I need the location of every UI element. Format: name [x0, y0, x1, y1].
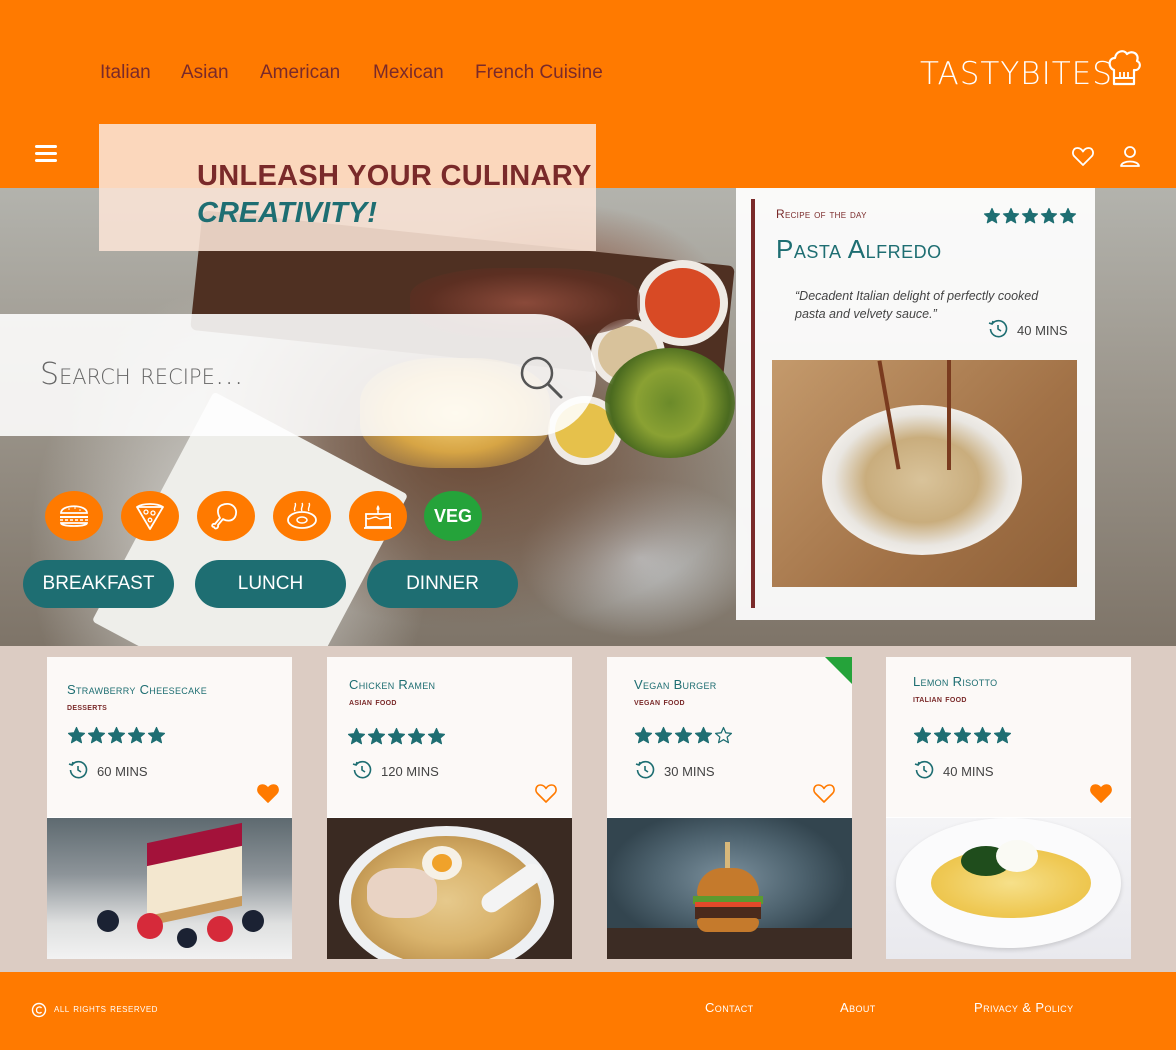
star-filled-icon	[87, 726, 106, 744]
user-icon[interactable]	[1119, 144, 1141, 168]
star-filled-icon	[407, 727, 426, 745]
accent-bar	[751, 199, 755, 608]
ramen-image[interactable]	[327, 818, 572, 959]
card-time: 40 MINS	[943, 764, 994, 779]
clock-icon	[988, 319, 1008, 338]
footer-link-about[interactable]: About	[840, 1000, 876, 1015]
nav-link-american[interactable]: American	[260, 62, 340, 84]
card-category: asian food	[349, 697, 397, 708]
rating-stars	[913, 726, 1012, 745]
star-filled-icon	[654, 726, 673, 744]
burger-image[interactable]	[607, 818, 852, 959]
star-filled-icon	[1040, 207, 1058, 224]
chicken-leg-icon[interactable]	[197, 491, 255, 541]
cake-icon[interactable]	[349, 491, 407, 541]
search-input[interactable]	[38, 356, 482, 393]
pasta-alfredo-image[interactable]	[772, 360, 1077, 587]
star-filled-icon	[913, 726, 932, 744]
headline-line2: CREATIVITY!	[197, 197, 377, 229]
menu-icon[interactable]	[35, 145, 57, 163]
heart-icon[interactable]	[256, 782, 280, 804]
heart-icon[interactable]	[534, 782, 558, 804]
pizza-icon[interactable]	[121, 491, 179, 541]
card-title[interactable]: Lemon Risotto	[913, 674, 997, 689]
veg-filter-button[interactable]: VEG	[424, 491, 482, 541]
star-filled-icon	[427, 727, 446, 745]
rating-stars	[634, 726, 733, 745]
headline-line1: UNLEASH YOUR CULINARY	[197, 160, 592, 192]
rating-stars	[67, 726, 166, 745]
clock-icon	[352, 760, 372, 779]
copyright-text: all rights reserved	[54, 1003, 158, 1015]
card-category: desserts	[67, 702, 108, 713]
chef-hat-icon	[1108, 50, 1141, 86]
heart-icon[interactable]	[1071, 144, 1095, 168]
star-filled-icon	[1002, 207, 1020, 224]
star-filled-icon	[1021, 207, 1039, 224]
dinner-button[interactable]: DINNER	[367, 560, 518, 608]
star-filled-icon	[107, 726, 126, 744]
star-filled-icon	[953, 726, 972, 744]
star-empty-icon	[714, 726, 733, 744]
clock-icon	[914, 760, 934, 779]
nav-link-asian[interactable]: Asian	[181, 62, 229, 84]
star-filled-icon	[973, 726, 992, 744]
logo-text[interactable]: TASTYBITES	[920, 56, 1113, 92]
star-filled-icon	[367, 727, 386, 745]
burger-icon[interactable]	[45, 491, 103, 541]
star-filled-icon	[694, 726, 713, 744]
recipe-card[interactable]: Chicken Ramen asian food 120 MINS	[327, 657, 572, 959]
search-icon[interactable]	[518, 354, 564, 400]
nav-link-french-cuisine[interactable]: French Cuisine	[475, 62, 603, 84]
nav-link-mexican[interactable]: Mexican	[373, 62, 444, 84]
copyright-icon	[31, 1002, 47, 1018]
card-category: vegan food	[634, 697, 685, 708]
star-filled-icon	[127, 726, 146, 744]
star-filled-icon	[147, 726, 166, 744]
card-category: italian food	[913, 694, 967, 705]
recipe-card[interactable]: Strawberry Cheesecake desserts 60 MINS	[47, 657, 292, 959]
clock-icon	[68, 760, 88, 779]
footer-link-contact[interactable]: Contact	[705, 1000, 754, 1015]
star-filled-icon	[933, 726, 952, 744]
card-title[interactable]: Vegan Burger	[634, 677, 717, 692]
recipe-card[interactable]: Vegan Burger vegan food 30 MINS	[607, 657, 852, 959]
star-filled-icon	[387, 727, 406, 745]
cheesecake-image[interactable]	[47, 818, 292, 959]
lunch-button[interactable]: LUNCH	[195, 560, 346, 608]
rating-stars	[983, 207, 1077, 225]
veg-badge	[825, 657, 852, 684]
recipe-of-day-description: “Decadent Italian delight of perfectly c…	[795, 289, 1039, 321]
star-filled-icon	[1059, 207, 1077, 224]
card-time: 60 MINS	[97, 764, 148, 779]
star-filled-icon	[67, 726, 86, 744]
footer-link-privacy[interactable]: Privacy & Policy	[974, 1000, 1074, 1015]
star-filled-icon	[983, 207, 1001, 224]
star-filled-icon	[634, 726, 653, 744]
star-filled-icon	[993, 726, 1012, 744]
breakfast-button[interactable]: BREAKFAST	[23, 560, 174, 608]
recipe-of-day-label: Recipe of the day	[776, 207, 867, 221]
steak-icon[interactable]	[273, 491, 331, 541]
risotto-image[interactable]	[886, 818, 1131, 959]
clock-icon	[635, 760, 655, 779]
hero-salad	[605, 348, 735, 458]
recipe-of-day-title[interactable]: Pasta Alfredo	[776, 234, 942, 265]
hero-bowl	[645, 268, 720, 338]
card-time: 120 MINS	[381, 764, 439, 779]
card-title[interactable]: Chicken Ramen	[349, 677, 435, 692]
recipe-of-day-time: 40 MINS	[1017, 323, 1068, 338]
recipe-card[interactable]: Lemon Risotto italian food 40 MINS	[886, 657, 1131, 959]
heart-icon[interactable]	[812, 782, 836, 804]
nav-link-italian[interactable]: Italian	[100, 62, 151, 84]
search-bar	[0, 314, 596, 436]
card-title[interactable]: Strawberry Cheesecake	[67, 682, 207, 697]
star-filled-icon	[674, 726, 693, 744]
star-filled-icon	[347, 727, 366, 745]
card-time: 30 MINS	[664, 764, 715, 779]
rating-stars	[347, 727, 446, 746]
heart-icon[interactable]	[1089, 782, 1113, 804]
